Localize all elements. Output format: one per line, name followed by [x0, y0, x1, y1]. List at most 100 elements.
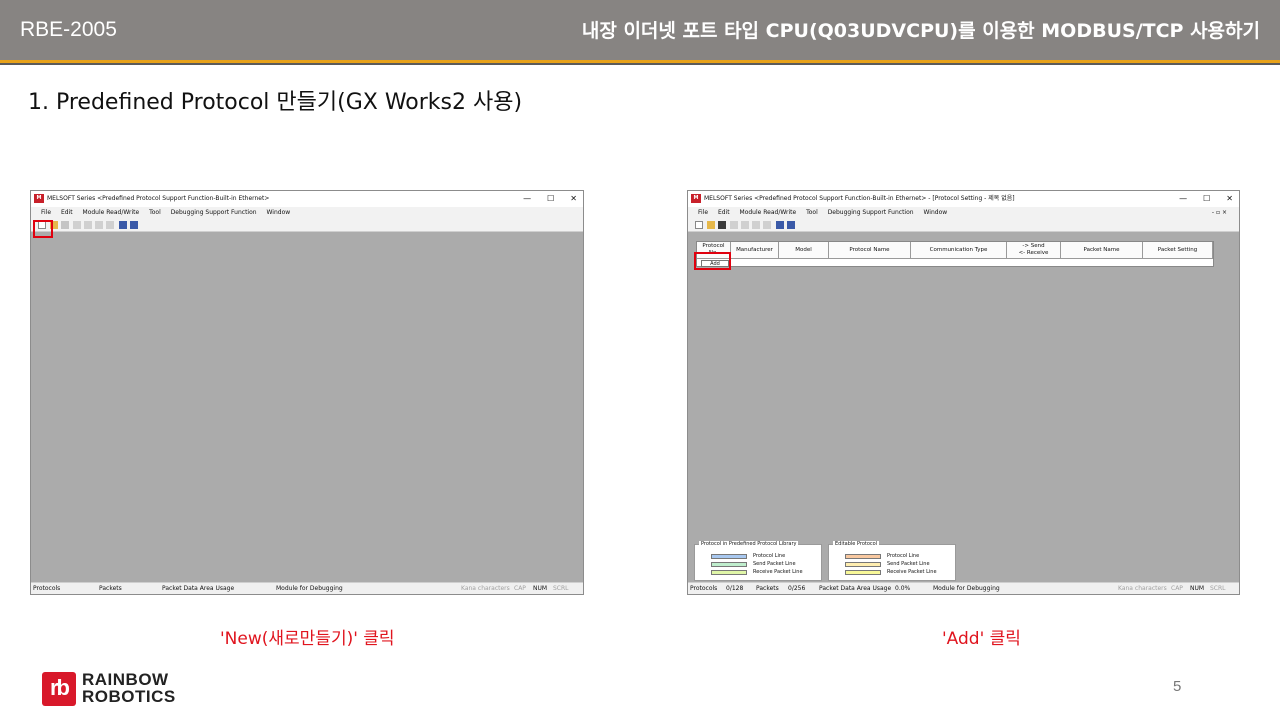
status-kana: Kana characters [1118, 585, 1167, 592]
logo-word-2: ROBOTICS [82, 687, 176, 706]
legend-swatch [845, 554, 881, 559]
status-module-debugging: Module for Debugging [933, 585, 1000, 592]
status-bar: Protocols 0/128 Packets 0/256 Packet Dat… [688, 582, 1239, 594]
legend-swatch [711, 562, 747, 567]
col-model: Model [779, 242, 829, 259]
close-button[interactable]: ✕ [1226, 191, 1233, 207]
status-protocols: Protocols [690, 585, 718, 592]
open-folder-icon[interactable] [707, 221, 715, 229]
legend-label: Receive Packet Line [887, 569, 937, 575]
menu-edit[interactable]: Edit [61, 209, 73, 216]
legend-label: Protocol Line [887, 553, 920, 559]
status-cap: CAP [1171, 585, 1183, 592]
legend-swatch [845, 562, 881, 567]
monitor-icon[interactable] [787, 221, 795, 229]
menu-window[interactable]: Window [266, 209, 290, 216]
toolbar [31, 218, 583, 232]
legend-swatch [711, 570, 747, 575]
status-scrl: SCRL [1210, 585, 1226, 592]
status-packet-data-area: Packet Data Area Usage [162, 585, 235, 592]
status-module-debugging: Module for Debugging [276, 585, 343, 592]
legend-library-title: Protocol in Predefined Protocol Library [699, 541, 799, 547]
legend-editable-title: Editable Protocol [833, 541, 880, 547]
status-packet-data-area: Packet Data Area Usage [819, 585, 892, 592]
new-file-icon[interactable] [695, 221, 703, 229]
legend-label: Protocol Line [753, 553, 786, 559]
minimize-button[interactable]: — [523, 191, 531, 207]
col-packet-setting: Packet Setting [1143, 242, 1213, 259]
legend-swatch [711, 554, 747, 559]
menu-module-read-write[interactable]: Module Read/Write [740, 209, 797, 216]
doc-code: RBE-2005 [20, 18, 117, 41]
status-scrl: SCRL [553, 585, 569, 592]
status-packet-data-value: 0.0% [895, 585, 911, 592]
header-title: 내장 이더넷 포트 타입 CPU(Q03UDVCPU)를 이용한 MODBUS/… [581, 20, 1260, 42]
col-communication-type: Communication Type [911, 242, 1007, 259]
status-bar: Protocols Packets Packet Data Area Usage… [31, 582, 583, 594]
menu-file[interactable]: File [41, 209, 51, 216]
window-title: MELSOFT Series <Predefined Protocol Supp… [47, 195, 270, 202]
menu-file[interactable]: File [698, 209, 708, 216]
menu-tool[interactable]: Tool [149, 209, 161, 216]
read-icon[interactable] [730, 221, 738, 229]
logo-word-1: RAINBOW [82, 670, 169, 689]
gxworks-window-protocol-setting: M MELSOFT Series <Predefined Protocol Su… [687, 190, 1240, 595]
debug-icon[interactable] [763, 221, 771, 229]
menu-edit[interactable]: Edit [718, 209, 730, 216]
legend-library-protocol: Protocol in Predefined Protocol Library … [694, 541, 822, 581]
title-bar: M MELSOFT Series <Predefined Protocol Su… [31, 191, 583, 207]
add-button-highlight [694, 252, 731, 270]
maximize-button[interactable]: ☐ [1203, 191, 1210, 207]
status-protocols-value: 0/128 [726, 585, 744, 592]
col-protocol-name: Protocol Name [829, 242, 911, 259]
menu-debugging-support[interactable]: Debugging Support Function [828, 209, 914, 216]
maximize-button[interactable]: ☐ [547, 191, 554, 207]
legend-label: Receive Packet Line [753, 569, 803, 575]
melsoft-app-icon: M [691, 194, 701, 203]
caption-add: 'Add' 클릭 [942, 629, 1021, 649]
menu-tool[interactable]: Tool [806, 209, 818, 216]
read-icon[interactable] [73, 221, 81, 229]
legend-label: Send Packet Line [887, 561, 930, 567]
status-cap: CAP [514, 585, 526, 592]
menu-window[interactable]: Window [923, 209, 947, 216]
col-packet-name: Packet Name [1061, 242, 1143, 259]
caption-new: 'New(새로만들기)' 클릭 [220, 629, 395, 649]
window-title: MELSOFT Series <Predefined Protocol Supp… [704, 195, 1015, 202]
col-manufacturer: Manufacturer [731, 242, 779, 259]
status-num: NUM [1190, 585, 1205, 592]
legend-label: Send Packet Line [753, 561, 796, 567]
menu-module-read-write[interactable]: Module Read/Write [83, 209, 140, 216]
menu-debugging-support[interactable]: Debugging Support Function [171, 209, 257, 216]
debug-icon[interactable] [106, 221, 114, 229]
connect-icon[interactable] [119, 221, 127, 229]
header-bar: RBE-2005 내장 이더넷 포트 타입 CPU(Q03UDVCPU)를 이용… [0, 0, 1280, 60]
verify-icon[interactable] [95, 221, 103, 229]
header-divider [0, 63, 1280, 65]
save-icon[interactable] [61, 221, 69, 229]
logo-mark-icon: rb [42, 672, 76, 706]
new-button-highlight [33, 220, 53, 238]
title-bar: M MELSOFT Series <Predefined Protocol Su… [688, 191, 1239, 207]
status-packets: Packets [99, 585, 122, 592]
save-icon[interactable] [718, 221, 726, 229]
legend-editable-protocol: Editable Protocol Protocol Line Send Pac… [828, 541, 956, 581]
mdi-child-controls[interactable]: - ▫ × [1212, 207, 1227, 218]
close-button[interactable]: ✕ [570, 191, 577, 207]
status-num: NUM [533, 585, 548, 592]
write-icon[interactable] [741, 221, 749, 229]
minimize-button[interactable]: — [1179, 191, 1187, 207]
connect-icon[interactable] [776, 221, 784, 229]
menu-bar: File Edit Module Read/Write Tool Debuggi… [31, 207, 583, 218]
gxworks-window-new: M MELSOFT Series <Predefined Protocol Su… [30, 190, 584, 595]
monitor-icon[interactable] [130, 221, 138, 229]
verify-icon[interactable] [752, 221, 760, 229]
protocol-setting-table: Protocol No. Manufacturer Model Protocol… [696, 241, 1214, 267]
status-kana: Kana characters [461, 585, 510, 592]
status-packets: Packets [756, 585, 779, 592]
slide: RBE-2005 내장 이더넷 포트 타입 CPU(Q03UDVCPU)를 이용… [0, 0, 1280, 720]
legend-swatch [845, 570, 881, 575]
toolbar [688, 218, 1239, 232]
melsoft-app-icon: M [34, 194, 44, 203]
write-icon[interactable] [84, 221, 92, 229]
